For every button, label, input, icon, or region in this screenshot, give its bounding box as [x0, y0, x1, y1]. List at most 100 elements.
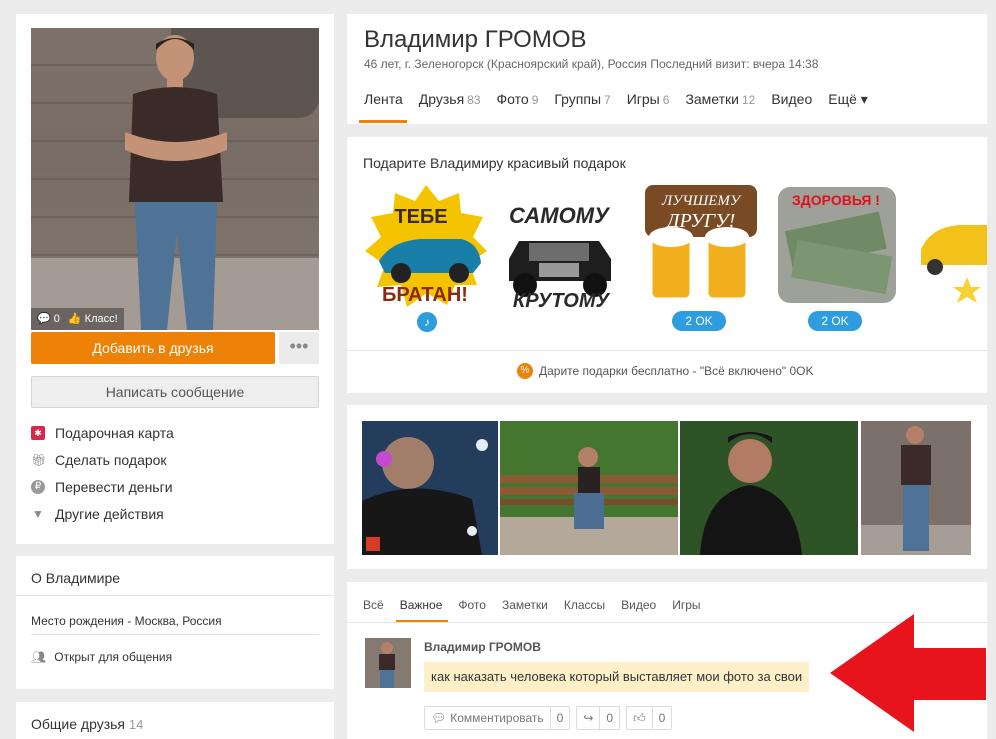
add-friend-button[interactable]: Добавить в друзья	[31, 332, 275, 364]
free-gifts-link[interactable]: % Дарите подарки бесплатно - "Всё включе…	[517, 363, 813, 379]
mutual-friends-label: Общие друзья	[31, 716, 126, 732]
tab-notes[interactable]: Заметки 12	[685, 91, 755, 108]
tab-label: Группы	[554, 91, 602, 107]
red-arrow-annotation	[830, 614, 986, 732]
photos-strip	[347, 405, 987, 569]
mutual-friends-card[interactable]: Общие друзья 14	[16, 702, 334, 739]
gift-price-badge[interactable]: 2 OK	[808, 311, 862, 331]
birthplace-text: Место рождения - Москва, Россия	[31, 614, 222, 628]
tab-friends[interactable]: Друзья 83	[419, 91, 481, 108]
gifts-title: Подарите Владимиру красивый подарок	[363, 155, 626, 171]
photo-stats: 💬 0 👍 Класс!	[31, 308, 124, 330]
photo-image	[362, 421, 498, 555]
action-gift-card[interactable]: ✱ Подарочная карта	[31, 425, 174, 441]
profile-location: 46 лет, г. Зеленогорск (Красноярский кра…	[364, 57, 648, 71]
tab-groups[interactable]: Группы 7	[554, 91, 610, 108]
tab-count: 12	[741, 93, 756, 107]
gift-image: САМОМУ КРУТОМУ	[495, 181, 625, 311]
feed-tab-important[interactable]: Важное	[400, 598, 443, 612]
gift-text-bottom: КРУТОМУ	[513, 290, 611, 311]
tab-more[interactable]: Ещё ▾	[828, 91, 868, 108]
more-options-button[interactable]: •••	[279, 332, 319, 364]
tab-count: 9	[531, 93, 539, 107]
gift-item[interactable]: ТЕБЕ БРАТАН!	[361, 181, 491, 311]
gift-image: ЛУЧШЕМУ ДРУГУ!	[637, 181, 767, 311]
gift-item[interactable]: ЛУЧШЕМУ ДРУГУ!	[637, 181, 767, 311]
thumbs-up-icon: 👍︎	[633, 710, 646, 725]
feed-tab-games[interactable]: Игры	[672, 598, 700, 612]
photo-image	[861, 421, 971, 555]
tab-label: Друзья	[418, 91, 465, 107]
share-button[interactable]: ↪ 0	[576, 706, 621, 730]
ruble-icon: ₽	[31, 480, 45, 494]
comment-button[interactable]: 💬︎ Комментировать 0	[424, 706, 571, 730]
comment-icon[interactable]: 💬 0	[37, 312, 60, 326]
action-label: Подарочная карта	[55, 425, 174, 441]
tab-label: Заметки	[685, 91, 739, 107]
gift-text-top: ЗДОРОВЬЯ !	[792, 192, 880, 208]
tab-label: Игры	[626, 91, 660, 107]
gift-text-top: САМОМУ	[509, 203, 611, 228]
tab-label: Лента	[364, 91, 403, 107]
photo-thumbnail[interactable]	[861, 421, 971, 555]
gift-item[interactable]: ЗДОРОВЬЯ !	[772, 181, 902, 311]
feed-tab-all[interactable]: Всё	[363, 598, 384, 612]
tab-count: 83	[467, 93, 481, 107]
tab-games[interactable]: Игры 6	[627, 91, 670, 108]
active-tab-indicator	[359, 120, 407, 123]
gift-text-top: ТЕБЕ	[394, 206, 447, 228]
divider	[347, 350, 987, 351]
gift-item-partial[interactable]	[915, 181, 987, 311]
tab-video[interactable]: Видео	[771, 91, 812, 108]
avatar-image	[365, 638, 411, 688]
tab-feed[interactable]: Лента	[364, 91, 403, 108]
open-status: 👥︎ Открыт для общения	[31, 650, 172, 664]
post-author[interactable]: Владимир ГРОМОВ	[424, 640, 541, 654]
tab-count: 7	[604, 93, 611, 107]
gift-item[interactable]: САМОМУ КРУТОМУ	[495, 181, 625, 311]
action-make-gift[interactable]: 🎁︎ Сделать подарок	[31, 452, 167, 468]
gift-image: ТЕБЕ БРАТАН!	[361, 181, 491, 311]
profile-photo[interactable]: 💬 0 👍 Класс!	[31, 28, 319, 330]
tab-photos[interactable]: Фото 9	[497, 91, 539, 108]
action-transfer-money[interactable]: ₽ Перевести деньги	[31, 479, 173, 495]
mutual-friends-count: 14	[128, 717, 144, 732]
feed-tab-notes[interactable]: Заметки	[502, 598, 548, 612]
tab-label: Ещё ▾	[828, 91, 868, 107]
photo-image	[680, 421, 858, 555]
profile-subtitle: 46 лет, г. Зеленогорск (Красноярский кра…	[364, 57, 818, 71]
open-status-label: Открыт для общения	[54, 650, 173, 664]
photo-thumbnail[interactable]	[680, 421, 858, 555]
tab-count: 6	[662, 93, 670, 107]
person-figure	[125, 35, 227, 330]
gift-price-badge[interactable]: 2 OK	[672, 311, 726, 331]
about-card: О Владимире Место рождения - Москва, Рос…	[16, 556, 334, 689]
send-message-button[interactable]: Написать сообщение	[31, 376, 319, 408]
action-other[interactable]: ▼ Другие действия	[31, 506, 164, 522]
photo-thumbnail[interactable]	[362, 421, 498, 555]
post-actions: 💬︎ Комментировать 0 ↪ 0 👍︎ 0	[424, 706, 673, 730]
comment-count: 0	[53, 313, 60, 325]
gift-image: ЗДОРОВЬЯ !	[772, 181, 902, 311]
percent-icon: %	[517, 363, 533, 379]
profile-card: 💬 0 👍 Класс! Добавить в друзья ••• Напис…	[16, 14, 334, 544]
music-note-icon: ♪	[417, 312, 437, 332]
divider	[16, 595, 334, 596]
share-count: 0	[599, 707, 619, 729]
feed-tab-video[interactable]: Видео	[621, 598, 656, 612]
feed-tab-photos[interactable]: Фото	[458, 598, 486, 612]
avatar[interactable]	[365, 638, 411, 688]
action-label: Перевести деньги	[55, 479, 173, 495]
tab-label: Видео	[771, 91, 813, 107]
like-icon[interactable]: 👍 Класс!	[68, 312, 118, 326]
action-label: Другие действия	[55, 506, 164, 522]
comment-icon: 💬︎	[431, 711, 447, 725]
gift-text-top: ЛУЧШЕМУ	[661, 193, 742, 209]
profile-name: Владимир ГРОМОВ	[364, 26, 587, 53]
like-button[interactable]: 👍︎ 0	[626, 706, 673, 730]
free-gifts-text: Дарите подарки бесплатно - "Всё включено…	[539, 364, 814, 378]
last-visit: Последний визит: вчера 14:38	[650, 57, 819, 71]
feed-tab-likes[interactable]: Классы	[564, 598, 605, 612]
photo-thumbnail[interactable]	[500, 421, 678, 555]
gift-icon: 🎁︎	[31, 453, 47, 467]
